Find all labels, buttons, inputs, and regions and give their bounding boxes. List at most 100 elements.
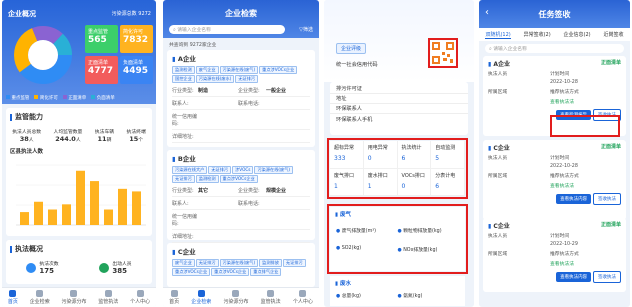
tab-anomaly[interactable]: 异常签收(2)	[524, 31, 551, 38]
detail-row: 行业类型: 其它 企业类型: 规模企业	[172, 184, 310, 197]
task-line: 所属区域 推荐执法方式	[488, 251, 579, 257]
tile-label: 简化许可	[123, 29, 144, 35]
stat-cell[interactable]: 超标异常 333	[330, 141, 364, 169]
search-input[interactable]: ⌕ 请输入企业名称	[169, 25, 285, 34]
stat-cell[interactable]: 分表计电 6	[431, 168, 465, 196]
company-tag: 无证排污	[208, 166, 232, 174]
stat-cell[interactable]: 废气排口 1	[330, 168, 364, 196]
task-head: ▮ C企业 正面清单	[488, 144, 621, 152]
task-card[interactable]: ▮ C企业 正面清单 执法人员 计划时间 2022-10-29 所属区域 推荐执法方式 查看…	[483, 218, 626, 292]
nav-profile[interactable]: 个人中心	[130, 290, 150, 305]
company-tag: 污染源在线(废气)	[254, 166, 294, 174]
stats-grid: 超标异常 333 用电异常 0 执法统计 6 自动监测 5 废气排口 1 废水排口 1 VOCs排口 0 分…	[330, 141, 465, 196]
company-card-b[interactable]: ▮ B企业 污染源在线大户 无证排污 涉VOCs 污染源在线(废气)无证排污 监测检测重…	[167, 150, 315, 243]
company-tag: 重点涉VOCs企业	[259, 66, 298, 74]
gas-metric: ● 废气排放量(m³)	[336, 229, 377, 234]
tab-company-info[interactable]: 企业信息(2)	[564, 31, 591, 38]
supervision-title: 监管能力	[6, 108, 152, 126]
company-tag: 重点涉VOCs企业	[211, 268, 250, 276]
nav-distribution[interactable]: 污染源分布	[61, 290, 87, 305]
stat-cell[interactable]: 用电异常 0	[363, 141, 398, 169]
company-details: 行业类型: 其它 企业类型: 规模企业 联系人: 联系电话: 统一信用编码: 详细地址:	[172, 184, 310, 243]
stat-cell[interactable]: VOCs排口 0	[397, 168, 432, 196]
building-icon: ▮	[488, 145, 492, 152]
company-tags: 污染源在线大户 无证排污 涉VOCs 污染源在线(废气)无证排污 监测检测 重点涉VOCs…	[172, 166, 310, 184]
task-card[interactable]: ▮ C企业 正面清单 执法人员 计划时间 2022-10-28 所属区域 推荐执法方式 查看…	[483, 140, 626, 220]
credit-code-label: 统一社会信用代码	[336, 62, 378, 68]
company-tag: 无证排污	[235, 75, 259, 83]
water-card: ▮ 废水 ● 总量(kg) ● 氨氮(kg)	[330, 276, 465, 306]
district-bar-chart	[16, 164, 146, 226]
nav-enforcement[interactable]: 监管执法	[261, 290, 281, 305]
building-icon: ▮	[488, 61, 492, 68]
search-icon	[197, 290, 205, 297]
district-title: 区县执法人数	[10, 149, 44, 155]
tab-nearby[interactable]: 近岗签收	[604, 31, 624, 38]
stat-cell[interactable]: 执法统计 6	[397, 141, 432, 169]
people-icon	[99, 262, 110, 273]
phone-company-detail: 企业评级 统一社会信用代码 排污许可证 地址 环保联系人 环保联系人手机 超标异…	[324, 0, 474, 307]
tile-positive-list[interactable]: 正面清单 4777	[85, 56, 118, 84]
view-report-button[interactable]: 查看执法内容	[556, 194, 592, 204]
tile-negative-list[interactable]: 负面清单 4495	[120, 56, 153, 84]
district-bar	[118, 188, 127, 225]
tile-key-supervision[interactable]: 重点监管 565	[85, 25, 118, 53]
page-title: 任务签收	[538, 10, 571, 19]
detail-row: 详细地址:	[172, 130, 310, 143]
district-bar	[34, 201, 43, 225]
filter-button[interactable]: ▽筛选	[299, 26, 313, 33]
info-permit: 排污许可证	[330, 84, 468, 94]
nav-search[interactable]: 企业检索	[30, 290, 50, 305]
company-tag: 重点涉VOCs企业	[172, 268, 211, 276]
task-tabs: 双随机(12) 异常签收(2) 企业信息(2) 近岗签收	[479, 28, 630, 41]
company-card-a[interactable]: ▮ A企业 监测检测 废气企业 污染源在线(废气) 重点涉VOCs企业国控企业 污染源在…	[167, 50, 315, 147]
nav-home[interactable]: 首页	[169, 290, 179, 305]
company-tag: 废气企业	[172, 259, 195, 267]
company-tag: 重点排气企业	[250, 268, 282, 276]
district-bar	[90, 181, 99, 225]
company-tag: 污染源在线大户	[172, 166, 208, 174]
company-name: ▮ A企业	[172, 55, 196, 63]
nav-enforcement[interactable]: 监管执法	[98, 290, 118, 305]
company-tag: 无证排污	[282, 259, 306, 267]
district-bar	[20, 212, 29, 225]
company-card-c[interactable]: ▮ C企业 废气企业 无证排污 污染源在线(废气) 监测排放 无证排污重点涉VOCs企业…	[167, 243, 315, 287]
task-status: 正面清单	[600, 222, 621, 228]
company-tag: 监测检测	[195, 175, 219, 183]
view-report-button[interactable]: 查看执法内容	[556, 272, 592, 282]
tab-random[interactable]: 双随机(12)	[485, 31, 511, 39]
enforcement-card: 执法概况 执法次数 175 出动人员 385	[6, 240, 152, 284]
company-name: ▮ B企业	[172, 155, 196, 163]
gas-metric: ● NOx排放量(kg)	[397, 248, 438, 253]
stat-cell[interactable]: 自动监测 5	[431, 141, 465, 169]
stat-cell[interactable]: 废水排口 1	[363, 168, 398, 196]
building-icon: ▮	[172, 55, 176, 63]
nav-home[interactable]: 首页	[8, 290, 18, 305]
search-input[interactable]: ⌕ 请输入企业名称	[485, 44, 624, 53]
detail-row: 统一信用编码:	[172, 110, 310, 130]
nav-search[interactable]: 企业检索	[191, 290, 211, 305]
tile-label: 正面清单	[88, 60, 109, 66]
company-tag: 无证排污	[195, 259, 219, 267]
sign-task-button[interactable]: 签收执法	[593, 271, 621, 283]
company-name: ▮ C企业	[172, 248, 196, 256]
tile-simplified[interactable]: 简化许可 7832	[120, 25, 153, 53]
user-icon	[136, 290, 144, 297]
info-address: 地址	[330, 94, 468, 104]
nav-distribution[interactable]: 污染源分布	[223, 290, 248, 305]
result-count: 共查询到 9272家企业	[169, 43, 217, 48]
tile-value: 4777	[88, 66, 114, 76]
search-icon: ⌕	[173, 28, 176, 33]
sign-task-button[interactable]: 签收执法	[593, 193, 621, 205]
nav-profile[interactable]: 个人中心	[293, 290, 313, 305]
detail-row: 联系人: 联系电话:	[172, 197, 310, 210]
home-icon	[9, 290, 17, 297]
buttons-highlight	[550, 115, 620, 137]
task-line: 所属区域 推荐执法方式	[488, 89, 579, 95]
search-icon	[36, 290, 44, 297]
district-bar	[62, 204, 71, 225]
task-line: 2022-10-29	[550, 241, 578, 247]
qr-code-icon[interactable]	[431, 41, 455, 65]
task-head: ▮ C企业 正面清单	[488, 222, 621, 230]
info-contact: 环保联系人	[330, 104, 468, 114]
